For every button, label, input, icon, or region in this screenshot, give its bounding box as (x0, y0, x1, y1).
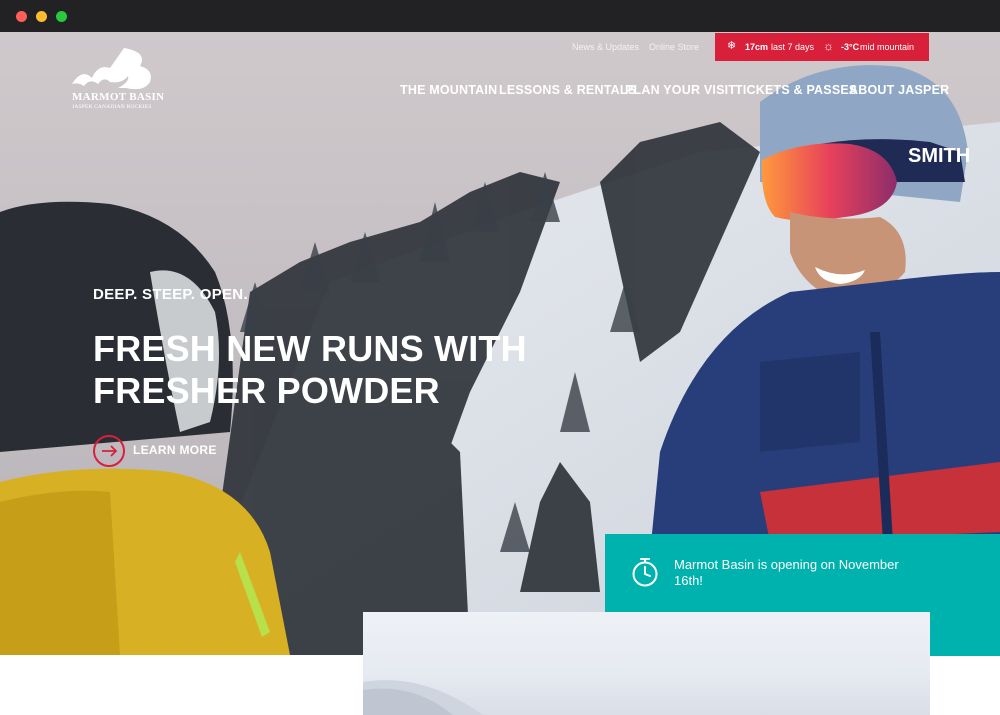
close-window-button[interactable] (16, 11, 27, 22)
nav-the-mountain[interactable]: THE MOUNTAIN (400, 83, 497, 97)
snowfall-value: 17cm (745, 42, 769, 52)
snowflake-icon: ❄ (727, 40, 737, 52)
hero-headline: FRESH NEW RUNS WITH FRESHER POWDER (93, 328, 527, 412)
minimize-window-button[interactable] (36, 11, 47, 22)
maximize-window-button[interactable] (56, 11, 67, 22)
announcement-text: Marmot Basin is opening on November 16th… (674, 557, 899, 588)
nav-lessons-rentals[interactable]: LESSONS & RENTALS (499, 83, 636, 97)
news-updates-link[interactable]: News & Updates (572, 42, 639, 52)
temperature-value: -3°C (841, 42, 860, 52)
logo-brand-name: MARMOT BASIN (72, 91, 165, 103)
hero-headline-line-1: FRESH NEW RUNS WITH (93, 328, 527, 369)
sun-icon: ☼ (823, 39, 834, 53)
snow-slope-image (363, 680, 483, 715)
learn-more-link[interactable]: LEARN MORE (133, 443, 217, 457)
snowfall-label: last 7 days (771, 42, 815, 52)
feature-card-image[interactable] (363, 612, 930, 715)
snow-conditions-bar[interactable]: ❄ 17cm last 7 days ☼ -3°C mid mountain (715, 33, 929, 61)
browser-chrome (0, 0, 1000, 32)
hero-headline-line-2: FRESHER POWDER (93, 370, 440, 411)
nav-plan-your-visit[interactable]: PLAN YOUR VISIT (625, 83, 736, 97)
helmet-brand-text: SMITH (908, 145, 970, 167)
stopwatch-icon (632, 558, 658, 587)
hero-eyebrow: DEEP. STEEP. OPEN. (93, 286, 248, 303)
learn-more-button[interactable] (93, 435, 125, 467)
temperature-label: mid mountain (860, 42, 915, 52)
logo-tagline: JASPER CANADIAN ROCKIES (72, 104, 152, 110)
nav-tickets-passes[interactable]: TICKETS & PASSES (735, 83, 857, 97)
arrow-right-icon (102, 445, 118, 457)
nav-about-jasper[interactable]: ABOUT JASPER (849, 83, 949, 97)
online-store-link[interactable]: Online Store (649, 42, 699, 52)
